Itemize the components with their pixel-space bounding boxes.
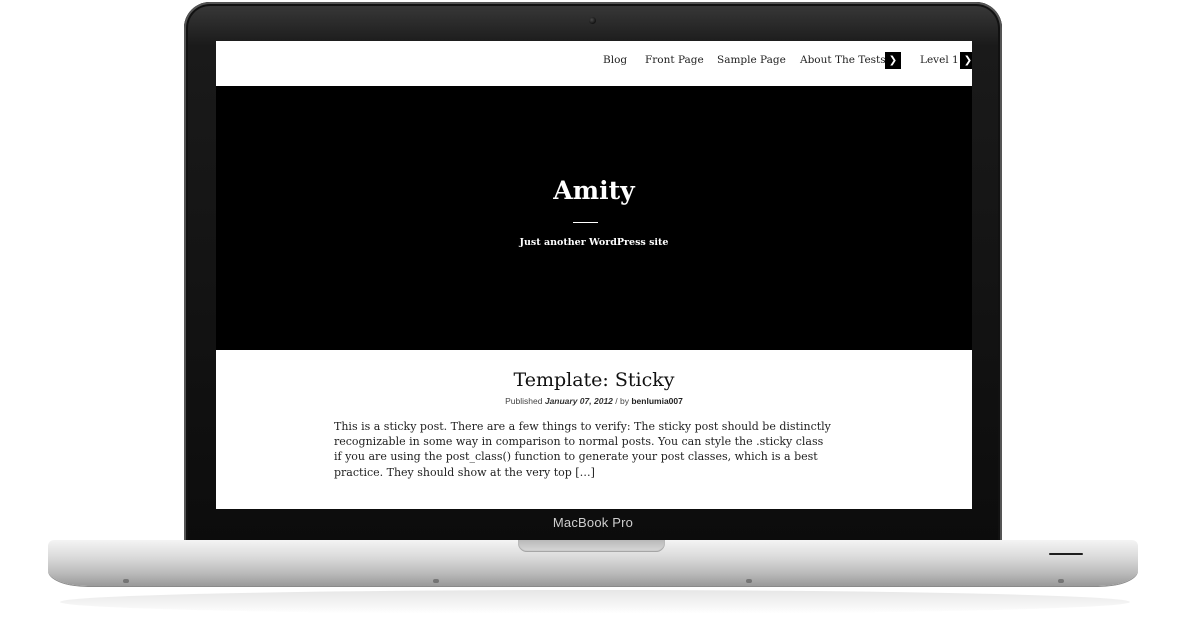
base-foot: [1058, 579, 1064, 583]
chevron-down-icon[interactable]: ❯: [885, 52, 901, 69]
base-foot: [433, 579, 439, 583]
post-title[interactable]: Template: Sticky: [216, 369, 972, 391]
laptop-screen: Blog Front Page Sample Page About The Te…: [216, 41, 972, 509]
site-title[interactable]: Amity: [216, 176, 972, 205]
product-mockup: Blog Front Page Sample Page About The Te…: [0, 0, 1200, 630]
post-date[interactable]: January 07, 2012: [545, 396, 613, 406]
post-meta: Published January 07, 2012 / by benlumia…: [216, 396, 972, 406]
post-author[interactable]: benlumia007: [631, 396, 683, 406]
site-tagline: Just another WordPress site: [519, 237, 669, 248]
nav-item-sample-page[interactable]: Sample Page: [717, 54, 786, 66]
post-excerpt: This is a sticky post. There are a few t…: [334, 420, 831, 479]
nav-item-front-page[interactable]: Front Page: [645, 54, 704, 66]
meta-published-label: Published: [505, 396, 543, 406]
sleep-indicator-light: [1049, 553, 1083, 555]
post-card: Template: Sticky Published January 07, 2…: [216, 350, 972, 509]
nav-item-about-the-tests[interactable]: About The Tests: [800, 54, 886, 66]
laptop-reflection: [60, 590, 1130, 614]
chevron-down-icon[interactable]: ❯: [960, 52, 972, 69]
base-foot: [123, 579, 129, 583]
base-foot: [746, 579, 752, 583]
primary-navigation: Blog Front Page Sample Page About The Te…: [216, 41, 972, 86]
meta-by-label: / by: [615, 396, 629, 406]
nav-item-level-1[interactable]: Level 1: [920, 54, 959, 66]
nav-item-blog[interactable]: Blog: [603, 54, 627, 66]
title-divider: [573, 222, 598, 223]
camera-icon: [589, 17, 596, 24]
lid-opening-notch: [518, 540, 665, 552]
device-label: MacBook Pro: [552, 515, 634, 530]
